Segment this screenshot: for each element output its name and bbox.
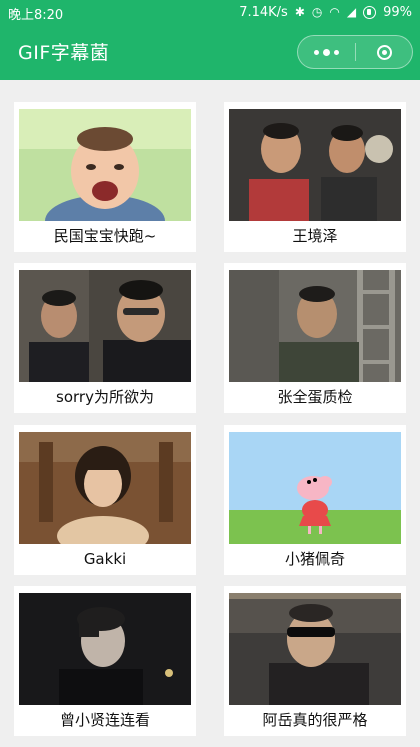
- more-button[interactable]: [298, 36, 355, 68]
- gif-caption: 小猪佩奇: [284, 550, 345, 568]
- gif-card[interactable]: sorry为所欲为: [14, 263, 196, 413]
- gif-caption: Gakki: [83, 550, 127, 568]
- gif-thumbnail: [229, 593, 401, 705]
- battery-level: 99%: [383, 4, 412, 20]
- gif-caption: 张全蛋质检: [277, 388, 353, 406]
- two-men-suits-image: [19, 270, 191, 382]
- status-bar: 晚上8:20 7.14K/s ✱ ◷ ◠ ◢ 99%: [0, 0, 420, 24]
- alarm-icon: ◷: [311, 5, 323, 19]
- more-dot-icon: [323, 48, 330, 56]
- man-sunglasses-image: [229, 593, 401, 705]
- gif-caption: 曾小贤连连看: [59, 711, 150, 729]
- wifi-icon: ◠: [329, 5, 340, 19]
- more-dot-icon: [314, 49, 319, 55]
- gif-card[interactable]: 曾小贤连连看: [14, 586, 196, 736]
- man-dark-scene-image: [19, 593, 191, 705]
- mini-program-capsule: [297, 35, 413, 69]
- status-icons: 7.14K/s ✱ ◷ ◠ ◢ 99%: [239, 4, 412, 20]
- gif-thumbnail: [229, 432, 401, 544]
- page-title: GIF字幕菌: [18, 42, 110, 64]
- nav-bar: GIF字幕菌: [0, 24, 420, 80]
- gif-thumbnail: [19, 432, 191, 544]
- gif-caption: 民国宝宝快跑~: [53, 227, 157, 245]
- gif-caption: 阿岳真的很严格: [262, 711, 368, 729]
- gif-card[interactable]: 小猪佩奇: [224, 425, 406, 575]
- gif-caption: 王境泽: [292, 227, 338, 245]
- gif-thumbnail: [19, 593, 191, 705]
- gif-card[interactable]: 阿岳真的很严格: [224, 586, 406, 736]
- crying-baby-image: [19, 109, 191, 221]
- gif-thumbnail: [229, 270, 401, 382]
- factory-worker-image: [229, 270, 401, 382]
- battery-icon: [363, 5, 377, 19]
- gif-card[interactable]: Gakki: [14, 425, 196, 575]
- more-dot-icon: [334, 49, 339, 55]
- gif-thumbnail: [19, 109, 191, 221]
- signal-icon: ◢: [346, 5, 357, 19]
- gif-card[interactable]: 民国宝宝快跑~: [14, 102, 196, 252]
- network-speed: 7.14K/s: [239, 4, 288, 20]
- peppa-pig-image: [229, 432, 401, 544]
- gif-card[interactable]: 王境泽: [224, 102, 406, 252]
- gif-thumbnail: [229, 109, 401, 221]
- woman-portrait-image: [19, 432, 191, 544]
- gif-thumbnail: [19, 270, 191, 382]
- status-time: 晚上8:20: [8, 8, 64, 23]
- bluetooth-icon: ✱: [294, 5, 305, 19]
- close-button[interactable]: [356, 36, 412, 68]
- gif-caption: sorry为所欲为: [56, 388, 154, 406]
- interview-two-men-image: [229, 109, 401, 221]
- gif-card[interactable]: 张全蛋质检: [224, 263, 406, 413]
- close-circle-icon: [376, 44, 392, 60]
